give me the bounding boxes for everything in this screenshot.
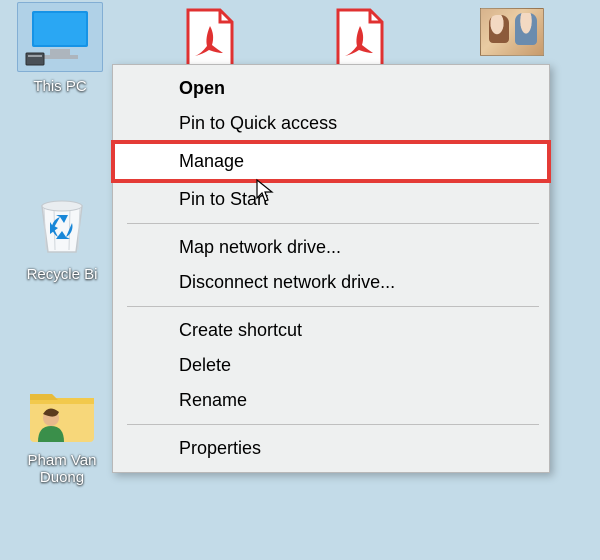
menu-item-pin-to-start[interactable]: Pin to Start [113, 182, 549, 217]
pdf-icon [170, 8, 250, 68]
menu-item-map-network-drive[interactable]: Map network drive... [113, 230, 549, 265]
menu-item-pin-quick-access[interactable]: Pin to Quick access [113, 106, 549, 141]
menu-item-open[interactable]: Open [113, 71, 549, 106]
menu-item-disconnect-network-drive[interactable]: Disconnect network drive... [113, 265, 549, 300]
menu-item-create-shortcut[interactable]: Create shortcut [113, 313, 549, 348]
desktop-icon-photo[interactable] [472, 8, 552, 56]
menu-item-manage[interactable]: Manage [111, 140, 551, 183]
desktop-icon-label: This PC [10, 78, 110, 95]
photo-thumbnail-icon [480, 8, 544, 56]
desktop-icon-user-folder[interactable]: Pham Van Duong [12, 380, 112, 487]
desktop-icon-this-pc[interactable]: This PC [10, 2, 110, 95]
menu-separator [127, 306, 539, 307]
desktop-icon-label: Recycle Bi [12, 266, 112, 283]
desktop-icon-pdf-2[interactable] [320, 8, 400, 68]
desktop-icon-pdf-1[interactable] [170, 8, 250, 68]
folder-icon [12, 380, 112, 448]
desktop-icon-recycle-bin[interactable]: Recycle Bi [12, 190, 112, 283]
recycle-bin-icon [12, 190, 112, 262]
menu-separator [127, 424, 539, 425]
menu-item-delete[interactable]: Delete [113, 348, 549, 383]
context-menu: Open Pin to Quick access Manage Pin to S… [112, 64, 550, 473]
pdf-icon [320, 8, 400, 68]
this-pc-icon [24, 9, 96, 69]
menu-item-properties[interactable]: Properties [113, 431, 549, 466]
menu-separator [127, 223, 539, 224]
desktop-icon-label: Pham Van Duong [12, 452, 112, 487]
menu-item-rename[interactable]: Rename [113, 383, 549, 418]
